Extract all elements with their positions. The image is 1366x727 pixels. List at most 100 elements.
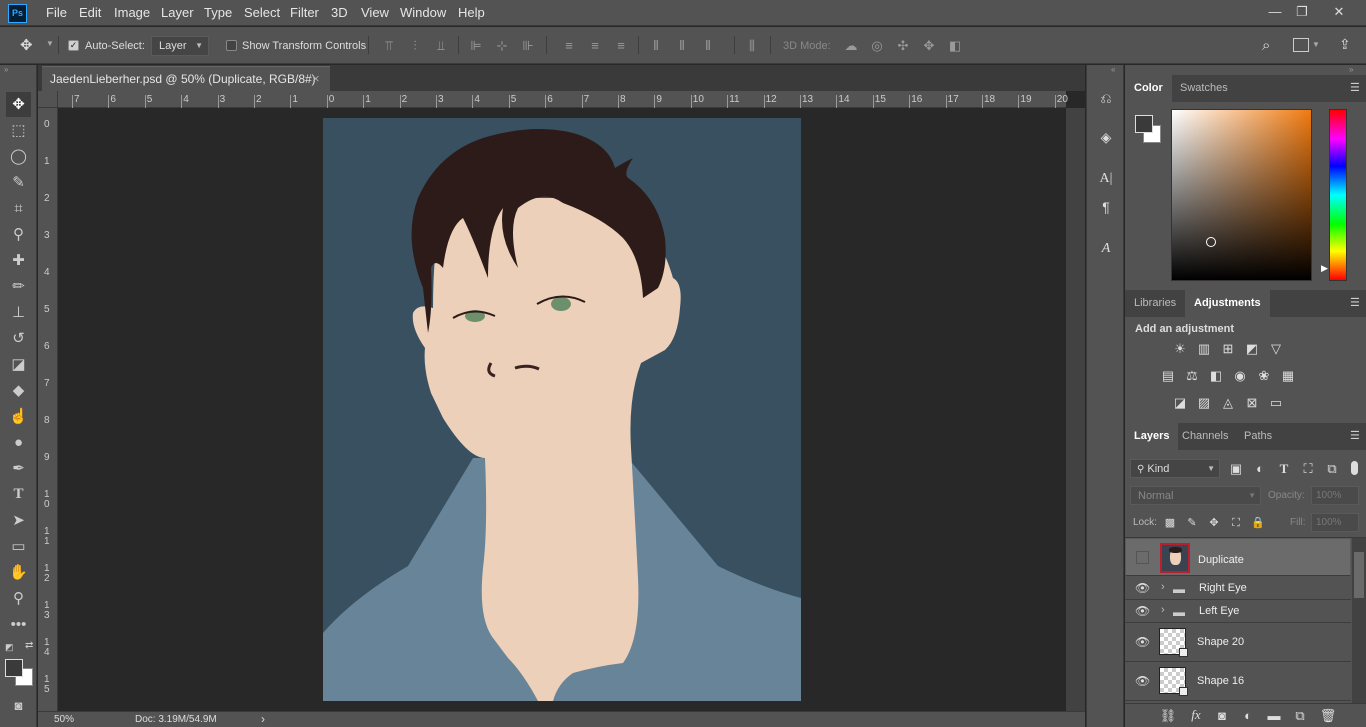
align-hcenter-icon[interactable]: ⊹ — [494, 38, 510, 54]
foreground-color-chip[interactable] — [1135, 115, 1153, 133]
canvas-area[interactable] — [58, 108, 1066, 711]
vibrance-icon[interactable]: ▽ — [1267, 341, 1285, 357]
channel-mixer-icon[interactable]: ❀ — [1255, 368, 1273, 384]
close-button[interactable]: ✕ — [1327, 2, 1351, 22]
menu-file[interactable]: File — [46, 5, 67, 20]
tab-libraries[interactable]: Libraries — [1125, 290, 1185, 317]
eye-icon[interactable]: 👁 — [1135, 674, 1150, 688]
posterize-icon[interactable]: ▨ — [1195, 395, 1213, 411]
layer-row-right-eye[interactable]: 👁 › ▬ Right Eye — [1125, 577, 1351, 600]
distribute-vcenter-icon[interactable]: ≡ — [587, 38, 603, 54]
distribute-left-icon[interactable]: ⦀ — [648, 38, 664, 54]
layer-name[interactable]: Shape 16 — [1197, 675, 1244, 687]
tab-paths[interactable]: Paths — [1235, 423, 1281, 450]
gradient-map-icon[interactable]: ▭ — [1267, 395, 1285, 411]
lock-artboard-icon[interactable]: ⛶ — [1227, 515, 1245, 531]
align-top-icon[interactable]: ⫪ — [381, 38, 397, 54]
eraser-tool-icon[interactable]: ◪ — [6, 352, 31, 377]
align-bottom-icon[interactable]: ⫫ — [433, 38, 449, 54]
new-adjustment-icon[interactable]: ◐ — [1239, 708, 1257, 724]
new-group-icon[interactable]: ▬ — [1265, 708, 1283, 724]
hue-slider[interactable] — [1329, 109, 1347, 281]
collapse-toolbar-icon[interactable]: » — [4, 65, 8, 74]
paragraph-panel-icon[interactable]: ¶ — [1093, 195, 1119, 219]
status-menu-arrow[interactable]: › — [261, 712, 265, 726]
canvas-vertical-scrollbar[interactable] — [1066, 108, 1085, 711]
levels-icon[interactable]: ▥ — [1195, 341, 1213, 357]
filter-pixel-icon[interactable]: ▣ — [1227, 461, 1245, 477]
eye-icon[interactable]: 👁 — [1135, 581, 1150, 595]
layer-visibility-off-toggle[interactable] — [1136, 551, 1149, 564]
hand-tool-icon[interactable]: ✋ — [6, 560, 31, 585]
vertical-ruler[interactable]: 0 1 2 3 4 5 6 7 8 9 10 11 12 13 14 15 — [38, 108, 58, 711]
minimize-button[interactable]: — — [1263, 2, 1287, 22]
align-vcenter-icon[interactable]: ⫶ — [407, 38, 423, 54]
color-balance-icon[interactable]: ⚖ — [1183, 368, 1201, 384]
auto-select-target-dropdown[interactable]: Layer ▼ — [151, 36, 209, 56]
new-layer-icon[interactable]: ⧉ — [1291, 708, 1309, 724]
workspace-icon[interactable] — [1293, 38, 1309, 52]
distribute-top-icon[interactable]: ≡ — [561, 38, 577, 54]
tab-layers[interactable]: Layers — [1125, 423, 1179, 450]
dodge-tool-icon[interactable]: ● — [6, 430, 31, 455]
brush-tool-icon[interactable]: ✏ — [6, 274, 31, 299]
auto-select-checkbox[interactable]: ✓ — [68, 40, 79, 51]
hsl-icon[interactable]: ▤ — [1159, 368, 1177, 384]
restore-button[interactable]: ❐ — [1290, 2, 1314, 22]
tab-swatches[interactable]: Swatches — [1171, 75, 1237, 102]
panel-menu-icon[interactable]: ☰ — [1350, 83, 1360, 94]
show-transform-checkbox[interactable] — [226, 40, 237, 51]
eye-icon[interactable]: 👁 — [1135, 604, 1150, 618]
layer-name[interactable]: Duplicate — [1198, 551, 1244, 569]
menu-select[interactable]: Select — [244, 5, 280, 20]
fx-button[interactable]: fx — [1187, 707, 1205, 723]
lock-all-icon[interactable]: 🔒 — [1249, 515, 1267, 531]
distribute-hcenter-icon[interactable]: ⦀ — [674, 38, 690, 54]
menu-help[interactable]: Help — [458, 5, 485, 20]
layer-row-left-eye[interactable]: 👁 › ▬ Left Eye — [1125, 600, 1351, 623]
3d-slide-icon[interactable]: ✥ — [921, 38, 937, 54]
layer-name[interactable]: Left Eye — [1199, 605, 1239, 617]
history-brush-tool-icon[interactable]: ↺ — [6, 326, 31, 351]
zoom-tool-icon[interactable]: ⚲ — [6, 586, 31, 611]
filter-shape-icon[interactable]: ⛶ — [1299, 461, 1317, 477]
distribute-right-icon[interactable]: ⦀ — [700, 38, 716, 54]
eyedropper-tool-icon[interactable]: ⚲ — [6, 222, 31, 247]
menu-view[interactable]: View — [361, 5, 389, 20]
type-tool-icon[interactable]: T — [6, 482, 31, 507]
link-layers-icon[interactable]: ⛓ — [1159, 708, 1177, 724]
chevron-right-icon[interactable]: › — [1161, 581, 1165, 593]
tab-channels[interactable]: Channels — [1173, 423, 1237, 450]
clone-stamp-tool-icon[interactable]: ⊥ — [6, 300, 31, 325]
filter-toggle[interactable] — [1351, 461, 1358, 475]
crop-tool-icon[interactable]: ⌗ — [6, 196, 31, 221]
character-panel-icon[interactable]: A| — [1093, 167, 1119, 191]
expand-panels-icon[interactable]: « — [1111, 65, 1115, 74]
collapse-dock-icon[interactable]: » — [1349, 65, 1353, 74]
marquee-tool-icon[interactable]: ⬚ — [6, 118, 31, 143]
threshold-icon[interactable]: ◬ — [1219, 395, 1237, 411]
filter-smart-object-icon[interactable]: ⧉ — [1323, 461, 1341, 477]
layer-filter-dropdown[interactable]: ⚲ Kind ▼ — [1130, 459, 1220, 478]
align-left-icon[interactable]: ⊫ — [468, 38, 484, 54]
align-right-icon[interactable]: ⊪ — [520, 38, 536, 54]
menu-type[interactable]: Type — [204, 5, 232, 20]
history-panel-icon[interactable]: ⎌ — [1093, 86, 1119, 110]
menu-layer[interactable]: Layer — [161, 5, 194, 20]
opacity-field[interactable]: 100% — [1311, 486, 1359, 505]
tab-color[interactable]: Color — [1125, 75, 1172, 102]
layer-name[interactable]: Shape 20 — [1197, 636, 1244, 648]
swap-colors-icon[interactable]: ⇄ — [25, 640, 33, 651]
layer-row-shape-20[interactable]: 👁 Shape 20 — [1125, 623, 1351, 662]
menu-window[interactable]: Window — [400, 5, 446, 20]
black-white-icon[interactable]: ◧ — [1207, 368, 1225, 384]
layer-row-duplicate[interactable]: Duplicate — [1125, 538, 1351, 576]
lock-pixels-icon[interactable]: ✎ — [1183, 515, 1201, 531]
auto-align-icon[interactable]: ⫼ — [744, 38, 760, 54]
quick-mask-icon[interactable]: ◙ — [6, 693, 31, 718]
fill-field[interactable]: 100% — [1311, 513, 1359, 532]
paint-bucket-tool-icon[interactable]: ◆ — [6, 378, 31, 403]
default-colors-icon[interactable]: ◩ — [5, 642, 14, 653]
add-mask-icon[interactable]: ◙ — [1213, 708, 1231, 724]
color-picker-field[interactable] — [1171, 109, 1312, 281]
